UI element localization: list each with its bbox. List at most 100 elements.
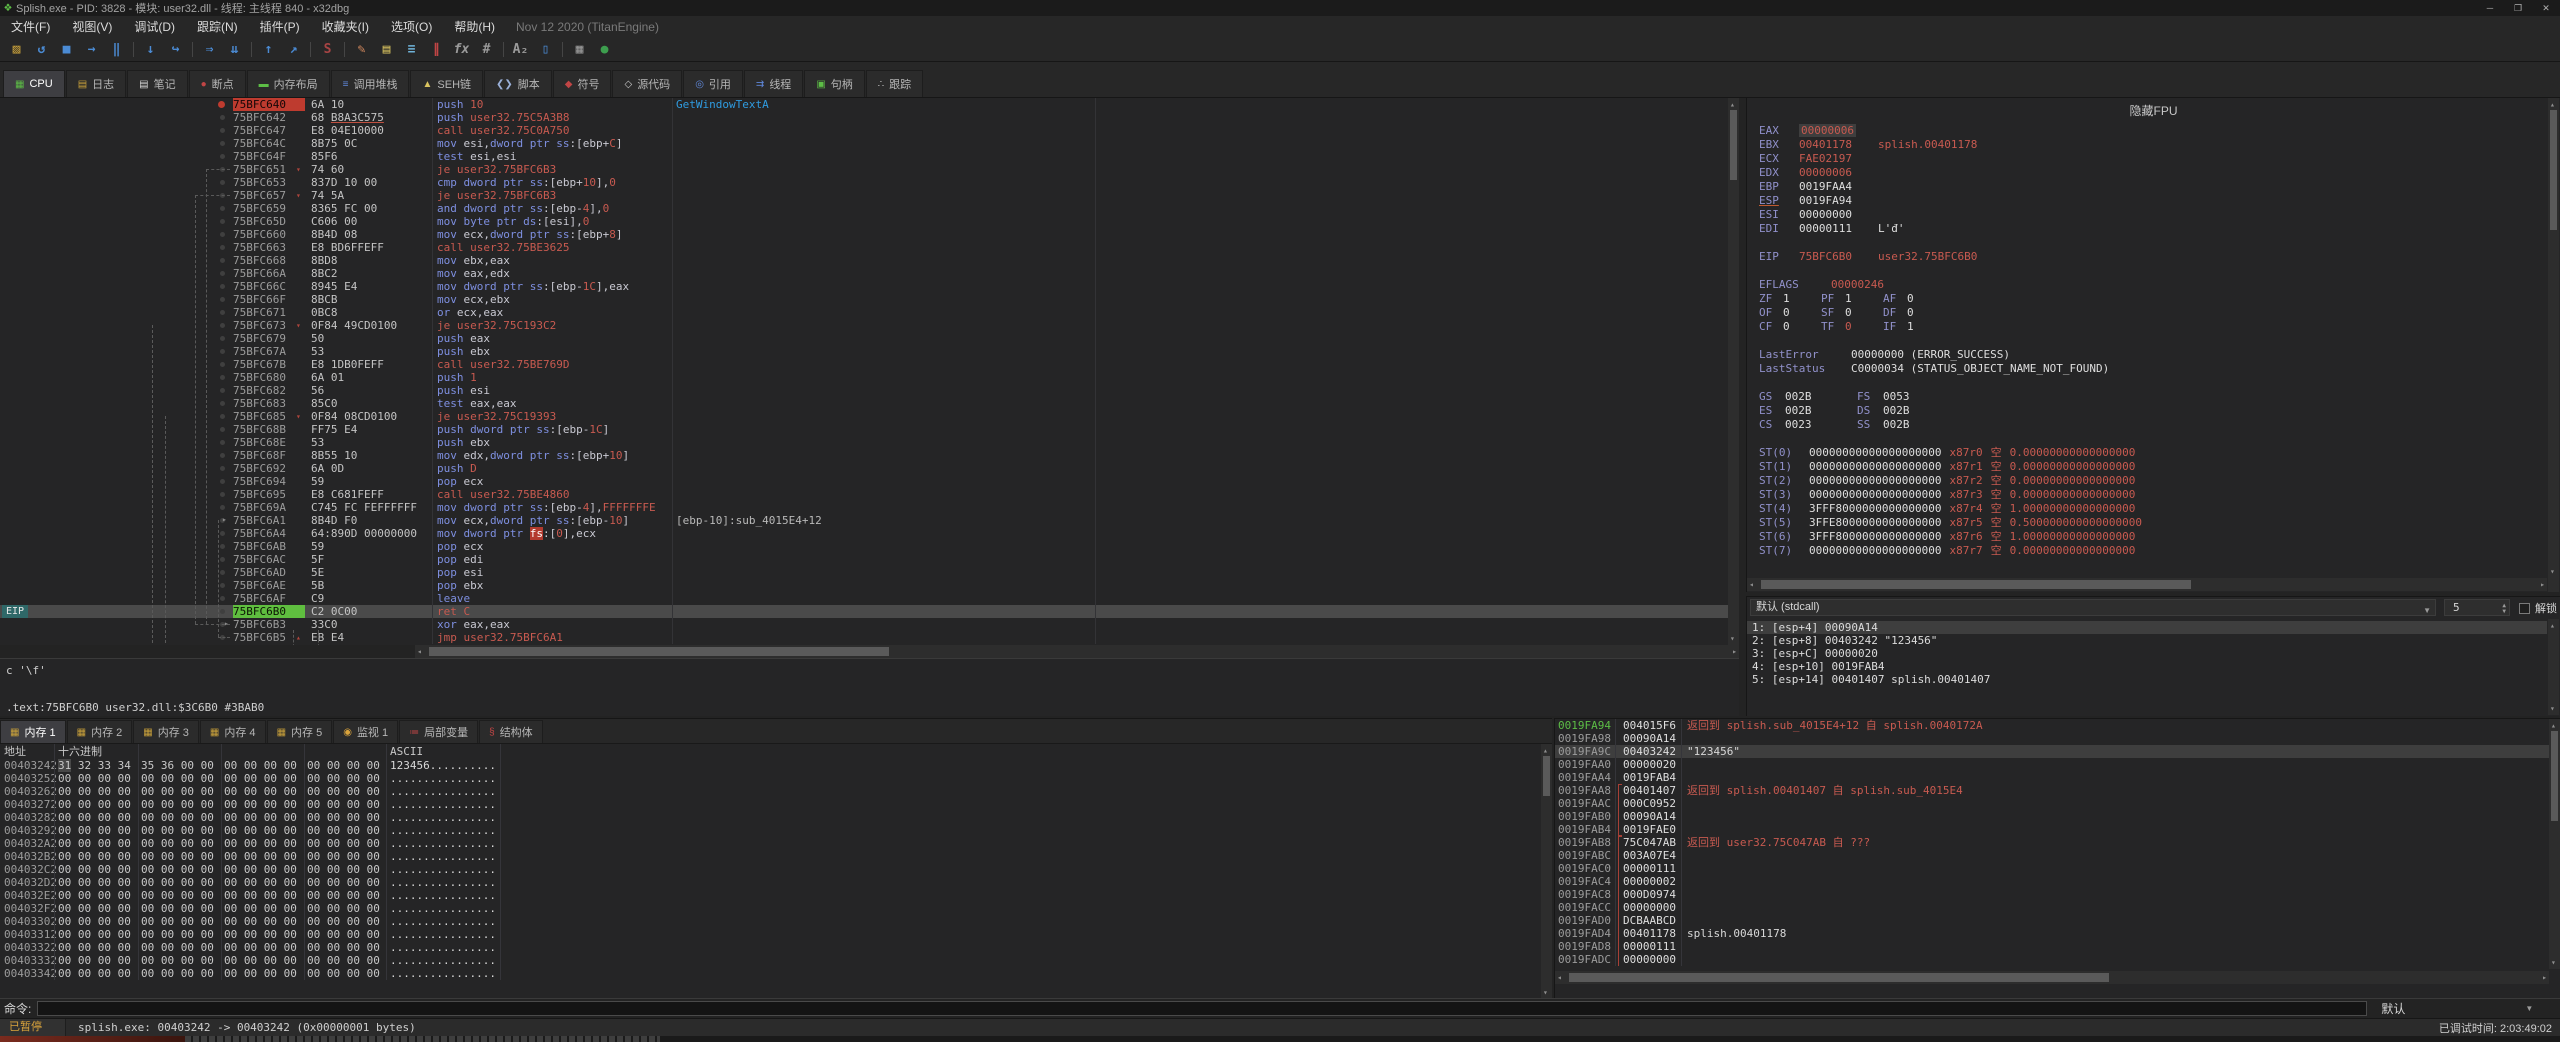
disasm-row[interactable]: 75BFC651 74 60 ▾ je user32.75BFC6B3 [0, 163, 1739, 176]
comments-icon[interactable]: ▤ [374, 40, 399, 60]
disassembly-hscrollbar[interactable]: ◂ ▸ [415, 645, 1739, 658]
menu-item-trace[interactable]: 跟踪(N) [186, 16, 249, 38]
argument-row[interactable]: 1: [esp+4] 00090A14 [1747, 621, 2547, 634]
disasm-row[interactable]: 75BFC673 0F84 49CD0100 ▾ je user32.75C193C2 [0, 319, 1739, 332]
dump-row[interactable]: 00403272 00 00 00 00 00 00 00 00 00 00 00 0… [0, 798, 1552, 811]
register-row[interactable]: LastStatus C0000034 (STATUS_OBJECT_NAME_N… [1759, 362, 2544, 376]
dump-row[interactable]: 00403342 00 00 00 00 00 00 00 00 00 00 00 0… [0, 967, 1552, 980]
stack-row[interactable]: 0019FAD8 00000111 [1555, 940, 2560, 953]
register-row[interactable]: ESP 0019FA94 [1759, 194, 2544, 208]
calculator-icon[interactable]: ▦ [567, 40, 592, 60]
unlock-checkbox[interactable] [2519, 602, 2530, 614]
tab-symbols[interactable]: ◆ 符号 [552, 70, 612, 97]
calling-convention-select[interactable]: 默认 (stdcall) ▼ [1750, 599, 2436, 616]
register-row[interactable]: EBP 0019FAA4 [1759, 180, 2544, 194]
register-row[interactable]: ST(7) 00000000000000000000 x87r7 空 0.0000000… [1759, 544, 2544, 558]
dump-vscrollbar[interactable]: ▴ ▾ [1541, 744, 1552, 999]
step-over-icon[interactable]: ↪ [163, 40, 188, 60]
register-row[interactable]: ST(4) 3FFF8000000000000000 x87r4 空 1.0000000… [1759, 502, 2544, 516]
tab-handles[interactable]: ▣ 句柄 [804, 70, 865, 97]
disasm-row[interactable]: 75BFC6B5 EB E4 ▴ jmp user32.75BFC6A1 [0, 631, 1739, 644]
command-input[interactable] [37, 1001, 2368, 1016]
tab-call-stack[interactable]: ≡ 调用堆栈 [330, 70, 410, 97]
disasm-row[interactable]: 75BFC6B3 33C0 xor eax,eax [0, 618, 1739, 631]
disasm-row[interactable]: 75BFC69A C745 FC FEFFFFFF mov dword ptr ss… [0, 501, 1739, 514]
tab-memory-map[interactable]: ▬ 内存布局 [246, 70, 330, 97]
stack-row[interactable]: 0019FAB0 00090A14 [1555, 810, 2560, 823]
register-row[interactable]: ST(6) 3FFF8000000000000000 x87r6 空 1.0000000… [1759, 530, 2544, 544]
dump-tab-memory-3[interactable]: ▦ 内存 3 [133, 720, 199, 743]
registers-pane[interactable]: 隐藏FPU EAX 00000006 EBX 00401178 splish.00401… [1746, 98, 2560, 592]
animate-into-icon[interactable]: ⇒ [197, 40, 222, 60]
disasm-row[interactable]: 75BFC694 59 pop ecx [0, 475, 1739, 488]
scroll-down-icon[interactable]: ▾ [2550, 702, 2555, 715]
dump-row[interactable]: 00403242 31 32 33 34 35 36 00 00 00 00 00 0… [0, 759, 1552, 772]
register-row[interactable]: EFLAGS 00000246 [1759, 278, 2544, 292]
maximize-icon[interactable]: ❐ [2504, 0, 2532, 16]
register-row[interactable]: ST(2) 00000000000000000000 x87r2 空 0.0000000… [1759, 474, 2544, 488]
disasm-row[interactable]: 75BFC692 6A 0D push D [0, 462, 1739, 475]
disasm-row[interactable]: 75BFC682 56 push esi [0, 384, 1739, 397]
disasm-row[interactable]: 75BFC66F 8BCB mov ecx,ebx [0, 293, 1739, 306]
tab-cpu[interactable]: ▦ CPU [3, 70, 65, 97]
stack-row[interactable]: 0019FAB8 75C047AB 返回到 user32.75C047AB 自 ??… [1555, 836, 2560, 849]
register-row[interactable]: EBX 00401178 splish.00401178 [1759, 138, 2544, 152]
disasm-row[interactable]: 75BFC6A1 8B4D F0 mov ecx,dword ptr ss:[ebp… [0, 514, 1739, 527]
dump-row[interactable]: 004032E2 00 00 00 00 00 00 00 00 00 00 00 0… [0, 889, 1552, 902]
argument-row[interactable]: 2: [esp+8] 00403242 "123456" [1747, 634, 2547, 647]
stack-row[interactable]: 0019FA9C 00403242 "123456" [1555, 745, 2560, 758]
register-row[interactable]: EIP 75BFC6B0 user32.75BFC6B0 [1759, 250, 2544, 264]
gutter-dot[interactable] [220, 128, 225, 133]
disasm-row[interactable]: 75BFC657 74 5A ▾ je user32.75BFC6B3 [0, 189, 1739, 202]
stack-row[interactable]: 0019FAA8 00401407 返回到 splish.00401407 自 sp… [1555, 784, 2560, 797]
patch-icon[interactable]: ✎ [349, 40, 374, 60]
stack-row[interactable]: 0019FA98 00090A14 [1555, 732, 2560, 745]
menu-item-help[interactable]: 帮助(H) [443, 16, 506, 38]
stack-row[interactable]: 0019FAC4 00000002 [1555, 875, 2560, 888]
dump-row[interactable]: 004032C2 00 00 00 00 00 00 00 00 00 00 00 0… [0, 863, 1552, 876]
register-row[interactable]: GS 002B FS 0053 [1759, 390, 2544, 404]
command-profile-select[interactable]: 默认 ▼ [2381, 1000, 2541, 1017]
spin-down-icon[interactable]: ▼ [2502, 608, 2506, 615]
disasm-row[interactable]: 75BFC6AB 59 pop ecx [0, 540, 1739, 553]
stop-icon[interactable]: ■ [54, 40, 79, 60]
scylla-icon[interactable]: S [315, 40, 340, 60]
menu-item-view[interactable]: 视图(V) [61, 16, 123, 38]
scroll-down-icon[interactable]: ▾ [2550, 565, 2555, 578]
stack-row[interactable]: 0019FA94 004015F6 返回到 splish.sub_4015E4+12… [1555, 719, 2560, 732]
stack-row[interactable]: 0019FADC 00000000 [1555, 953, 2560, 966]
dump-tab-memory-5[interactable]: ▦ 内存 5 [266, 720, 333, 743]
arguments-vscrollbar[interactable]: ▴ ▾ [2548, 619, 2559, 715]
functions-icon[interactable]: fx [449, 40, 474, 60]
register-row[interactable]: ZF 1 PF 1 AF 0 [1759, 292, 2544, 306]
dump-tab-memory-2[interactable]: ▦ 内存 2 [66, 720, 133, 743]
disasm-row[interactable]: 75BFC68E 53 push ebx [0, 436, 1739, 449]
disasm-row[interactable]: 75BFC695 E8 C681FEFF call user32.75BE4860 [0, 488, 1739, 501]
register-row[interactable]: ES 002B DS 002B [1759, 404, 2544, 418]
dump-row[interactable]: 00403262 00 00 00 00 00 00 00 00 00 00 00 0… [0, 785, 1552, 798]
tab-references[interactable]: ◎ 引用 [683, 70, 743, 97]
disasm-row[interactable]: 75BFC64F 85F6 test esi,esi [0, 150, 1739, 163]
run-icon[interactable]: → [79, 40, 104, 60]
step-out-icon[interactable]: ↑ [256, 40, 281, 60]
dump-row[interactable]: 00403252 00 00 00 00 00 00 00 00 00 00 00 0… [0, 772, 1552, 785]
tab-notes[interactable]: ▤ 笔记 [127, 70, 188, 97]
tab-threads[interactable]: ⇉ 线程 [743, 70, 804, 97]
stack-row[interactable]: 0019FABC 003A07E4 [1555, 849, 2560, 862]
disasm-row[interactable]: 75BFC6AE 5B pop ebx [0, 579, 1739, 592]
dump-row[interactable]: 00403282 00 00 00 00 00 00 00 00 00 00 00 0… [0, 811, 1552, 824]
dump-row[interactable]: 00403302 00 00 00 00 00 00 00 00 00 00 00 0… [0, 915, 1552, 928]
disasm-row[interactable]: 75BFC6AF C9 leave [0, 592, 1739, 605]
disasm-row[interactable]: 75BFC66C 8945 E4 mov dword ptr ss:[ebp-1C]… [0, 280, 1739, 293]
dump-row[interactable]: 004032D2 00 00 00 00 00 00 00 00 00 00 00 0… [0, 876, 1552, 889]
scroll-left-icon[interactable]: ◂ [1749, 578, 1754, 591]
register-row[interactable]: CF 0 TF 0 IF 1 [1759, 320, 2544, 334]
disasm-row[interactable]: 75BFC683 85C0 test eax,eax [0, 397, 1739, 410]
stack-row[interactable]: 0019FAA0 00000020 [1555, 758, 2560, 771]
disasm-row[interactable]: 75BFC671 0BC8 or ecx,eax [0, 306, 1739, 319]
tab-script[interactable]: ❮❯ 脚本 [484, 70, 552, 97]
disasm-row[interactable]: 75BFC680 6A 01 push 1 [0, 371, 1739, 384]
stack-row[interactable]: 0019FAC8 000D0974 [1555, 888, 2560, 901]
favourites-tools-icon[interactable]: ≡ [399, 40, 424, 60]
tab-trace[interactable]: ∴ 跟踪 [865, 70, 924, 97]
